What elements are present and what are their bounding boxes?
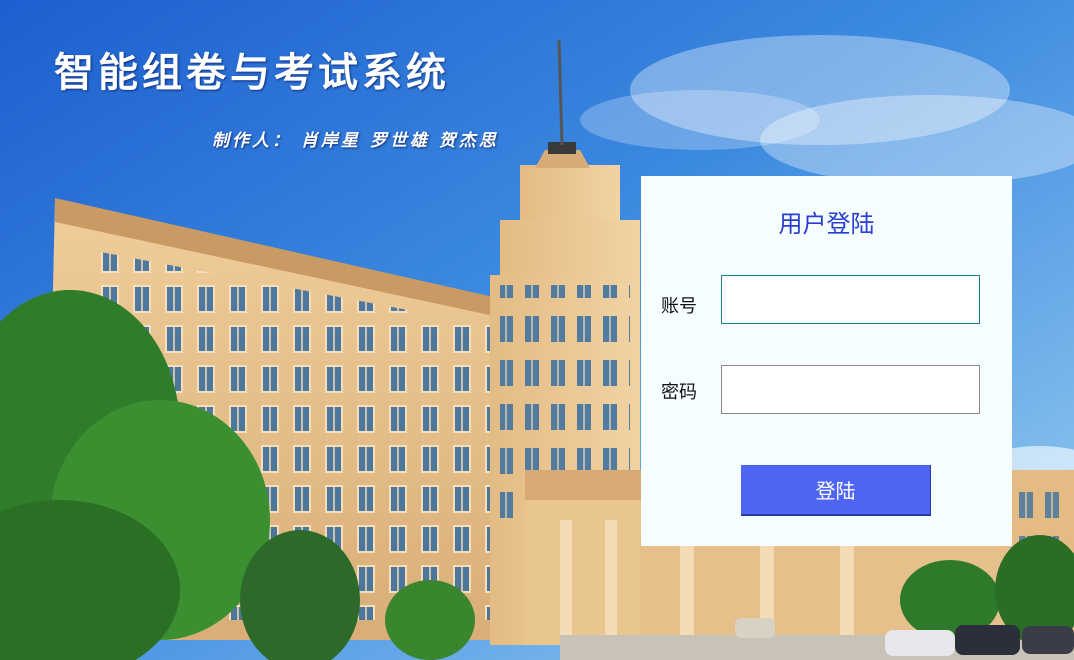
- login-button[interactable]: 登陆: [741, 465, 931, 516]
- login-panel: 用户登陆 账号 密码 登陆: [641, 176, 1012, 546]
- app-title: 智能组卷与考试系统: [54, 49, 450, 96]
- account-input[interactable]: [721, 275, 980, 324]
- password-label: 密码: [661, 382, 697, 403]
- credits: 制作人： 肖岸星 罗世雄 贺杰思: [212, 131, 499, 151]
- login-title: 用户登陆: [778, 210, 875, 238]
- password-input[interactable]: [721, 365, 980, 414]
- account-label: 账号: [661, 296, 697, 317]
